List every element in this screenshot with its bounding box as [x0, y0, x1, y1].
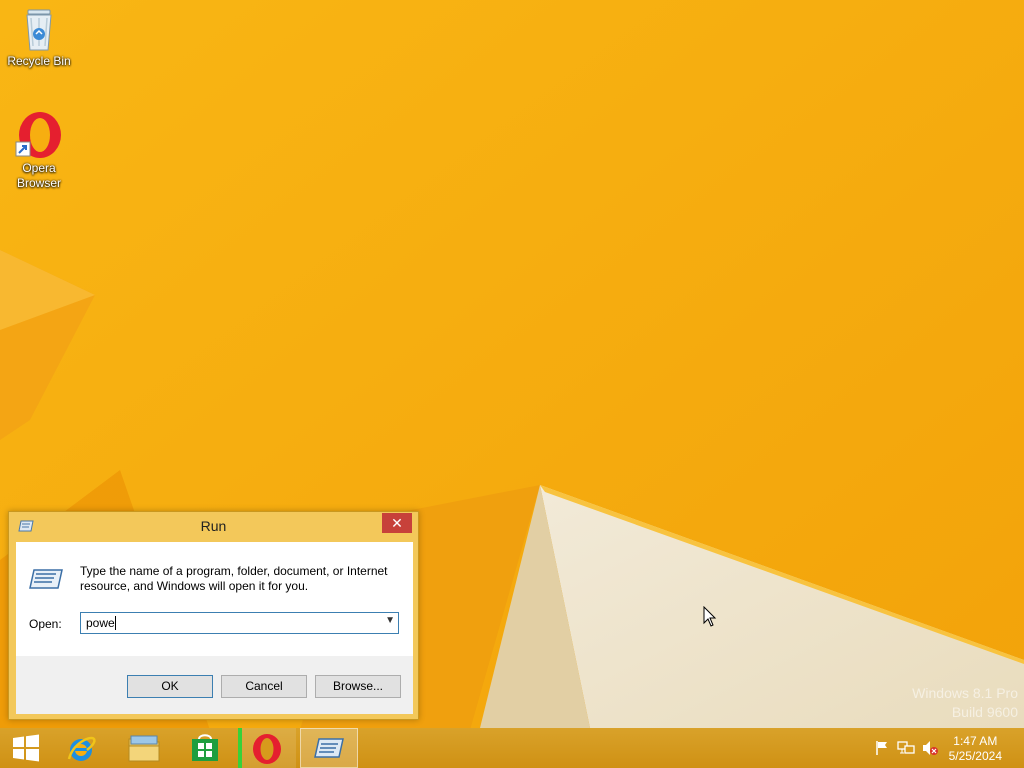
taskbar: 1:47 AM 5/25/2024: [0, 728, 1024, 768]
recycle-bin-icon: [26, 9, 52, 51]
run-dialog-title: Run: [200, 518, 227, 534]
taskbar-run[interactable]: [300, 728, 358, 768]
opera-icon: [253, 734, 281, 764]
volume-muted-icon[interactable]: [921, 740, 939, 756]
desktop-icon-opera[interactable]: Opera Browser: [1, 111, 77, 191]
run-dialog: Run ✕ Type the name of a program, folder…: [8, 511, 419, 720]
run-description: Type the name of a program, folder, docu…: [80, 564, 388, 593]
cancel-button[interactable]: Cancel: [221, 675, 307, 698]
action-center-flag-icon[interactable]: [874, 740, 890, 756]
windows-logo-icon: [13, 734, 39, 762]
running-indicator: [238, 728, 242, 768]
watermark-build: Build 9600: [951, 704, 1018, 720]
start-button[interactable]: [0, 728, 58, 768]
taskbar-store[interactable]: [176, 728, 234, 768]
mouse-cursor-icon: [703, 606, 717, 627]
run-titlebar[interactable]: Run ✕: [9, 512, 418, 542]
desktop-icon-label: Recycle Bin: [7, 54, 71, 68]
run-icon: [314, 738, 344, 758]
open-combobox[interactable]: ▼: [80, 612, 399, 634]
text-caret: [115, 616, 116, 630]
opera-icon: [15, 112, 61, 158]
internet-explorer-icon: [67, 736, 96, 761]
network-icon[interactable]: [897, 740, 915, 756]
run-client-area: Type the name of a program, folder, docu…: [16, 542, 413, 714]
clock-date: 5/25/2024: [948, 749, 1002, 763]
run-program-icon: [29, 569, 63, 589]
desktop-icon-recycle-bin[interactable]: Recycle Bin: [1, 6, 77, 69]
chevron-down-icon[interactable]: ▼: [385, 615, 395, 626]
taskbar-internet-explorer[interactable]: [52, 728, 110, 768]
clock-time: 1:47 AM: [953, 734, 998, 748]
ok-button[interactable]: OK: [127, 675, 213, 698]
watermark-edition: Windows 8.1 Pro: [912, 685, 1018, 701]
windows-watermark: Windows 8.1 Pro Build 9600: [912, 685, 1018, 720]
folder-icon: [128, 735, 160, 762]
system-clock[interactable]: 1:47 AM 5/25/2024: [949, 734, 1002, 764]
open-input[interactable]: [81, 613, 382, 633]
desktop-icon-label: Opera Browser: [16, 161, 61, 190]
close-button[interactable]: ✕: [382, 513, 412, 533]
store-icon: [192, 734, 218, 761]
browse-button[interactable]: Browse...: [315, 675, 401, 698]
taskbar-opera[interactable]: [238, 728, 296, 768]
open-label: Open:: [29, 617, 62, 631]
run-content-panel: Type the name of a program, folder, docu…: [16, 542, 413, 656]
taskbar-file-explorer[interactable]: [114, 728, 172, 768]
